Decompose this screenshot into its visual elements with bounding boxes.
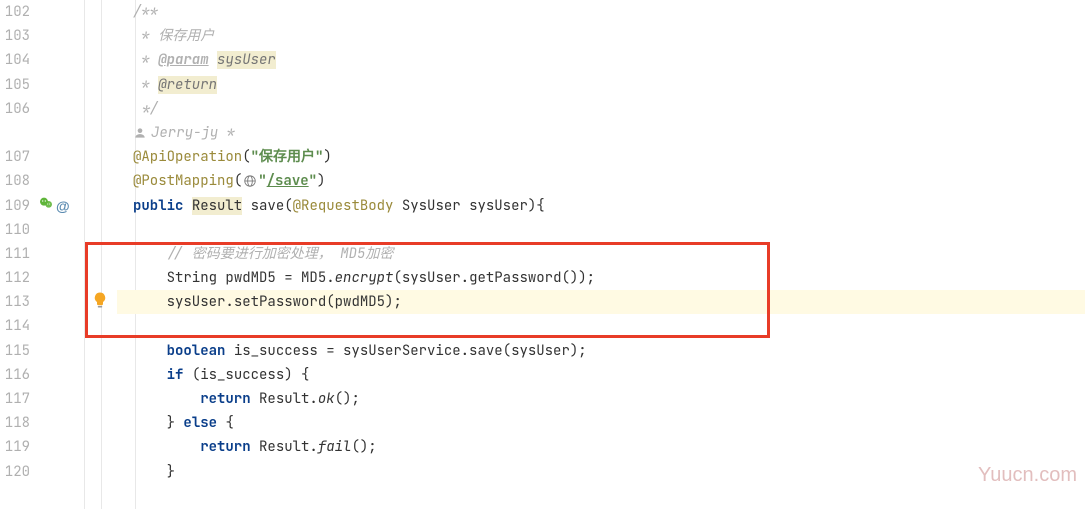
ref-pwdmd5: pwdMD5 [335,293,385,311]
code-line[interactable]: if (is_success) { [117,363,1085,387]
line-number: 108 [0,169,30,193]
method-setpassword: setPassword [234,293,326,311]
var-is-success: is_success [234,342,318,360]
watermark-text: Yuucn.com [978,464,1077,487]
code-line[interactable]: // 密码要进行加密处理， MD5加密 [117,242,1085,266]
globe-icon[interactable] [243,174,257,188]
annotation-postmapping: @PostMapping [133,172,234,190]
code-line[interactable]: @PostMapping("/save") [117,169,1085,193]
line-number: 106 [0,97,30,121]
keyword-else: else [183,414,217,432]
line-number: 102 [0,0,30,24]
line-number: 120 [0,460,30,484]
line-number: 103 [0,24,30,48]
code-line[interactable]: /** [117,0,1085,24]
line-number: 113 [0,290,30,314]
ref-sysuser: sysUser [402,269,461,287]
line-number: 111 [0,242,30,266]
author-inlay-line[interactable]: Jerry-jy * [117,121,1085,145]
code-line[interactable]: * @return [117,73,1085,97]
javadoc-param-tag: @param [158,51,208,69]
class-md5: MD5 [301,269,326,287]
gutter-icons-column: @ [36,0,84,509]
code-line[interactable]: boolean is_success = sysUserService.save… [117,339,1085,363]
code-editor[interactable]: 102 103 104 105 106 107 108 109 110 111 … [0,0,1085,509]
ref-sysuser: sysUser [511,342,570,360]
code-line[interactable]: return Result.ok(); [117,387,1085,411]
line-number: 116 [0,363,30,387]
code-content-area[interactable]: /** * 保存用户 * @param sysUser * @return */… [85,0,1085,509]
javadoc-text: * 保存用户 [133,27,214,45]
line-numbers-column: 102 103 104 105 106 107 108 109 110 111 … [0,0,36,509]
code-line[interactable]: */ [117,97,1085,121]
line-number: 119 [0,435,30,459]
line-number: 110 [0,218,30,242]
line-number: 112 [0,266,30,290]
author-name: Jerry-jy * [151,124,235,142]
var-pwdmd5: pwdMD5 [225,269,275,287]
method-fail: fail [318,438,352,456]
keyword-if: if [167,366,184,384]
code-line[interactable]: String pwdMD5 = MD5.encrypt(sysUser.getP… [117,266,1085,290]
person-icon [133,126,147,140]
type-sysuser: SysUser [402,197,461,215]
javadoc-close: */ [133,100,158,118]
line-number: 109 [0,194,30,218]
method-encrypt: encrypt [335,269,394,287]
method-service-save: save [469,342,503,360]
line-number: 107 [0,145,30,169]
op-assign: = [276,269,301,287]
code-line[interactable]: return Result.fail(); [117,435,1085,459]
keyword-boolean: boolean [167,342,226,360]
javadoc-return-tag: @return [158,76,217,94]
code-line[interactable]: } [117,460,1085,484]
line-number: 115 [0,339,30,363]
param-sysuser: sysUser [469,197,528,215]
op-assign: = [318,342,343,360]
gutter: 102 103 104 105 106 107 108 109 110 111 … [0,0,85,509]
code-line[interactable]: * @param sysUser [117,48,1085,72]
method-save: save [251,197,285,215]
method-getpassword: getPassword [469,269,561,287]
line-number: 117 [0,387,30,411]
keyword-public: public [133,197,183,215]
string-literal: "保存用户" [251,148,324,166]
code-line-current[interactable]: sysUser.setPassword(pwdMD5); [117,290,1085,314]
javadoc-open: /** [133,3,158,21]
ref-is-success: is_success [200,366,284,384]
line-number: 114 [0,314,30,338]
comment-md5: // 密码要进行加密处理， MD5加密 [167,245,394,263]
code-line[interactable] [117,218,1085,242]
code-line[interactable]: * 保存用户 [117,24,1085,48]
code-line[interactable]: } else { [117,411,1085,435]
string-quote: " [258,172,266,190]
line-number: 118 [0,411,30,435]
keyword-return: return [200,390,250,408]
override-at-icon[interactable]: @ [56,198,70,214]
line-number: 104 [0,48,30,72]
code-line[interactable]: @ApiOperation("保存用户") [117,145,1085,169]
line-number [0,121,30,145]
annotation-requestbody: @RequestBody [293,197,394,215]
method-ok: ok [318,390,335,408]
javadoc-star: * [133,76,158,94]
keyword-return: return [200,438,250,456]
ref-service: sysUserService [343,342,461,360]
type-result: Result [192,197,242,215]
type-string: String [167,269,217,287]
code-line[interactable]: public Result save(@RequestBody SysUser … [117,194,1085,218]
string-quote: " [309,172,317,190]
javadoc-param-name: sysUser [217,51,276,69]
wechat-icon[interactable] [38,195,54,216]
ref-sysuser: sysUser [167,293,226,311]
url-mapping-link[interactable]: /save [267,172,309,190]
class-result: Result [259,438,309,456]
javadoc-star: * [133,51,158,69]
annotation-apioperation: @ApiOperation [133,148,242,166]
line-number: 105 [0,73,30,97]
code-line[interactable] [117,314,1085,338]
class-result: Result [259,390,309,408]
